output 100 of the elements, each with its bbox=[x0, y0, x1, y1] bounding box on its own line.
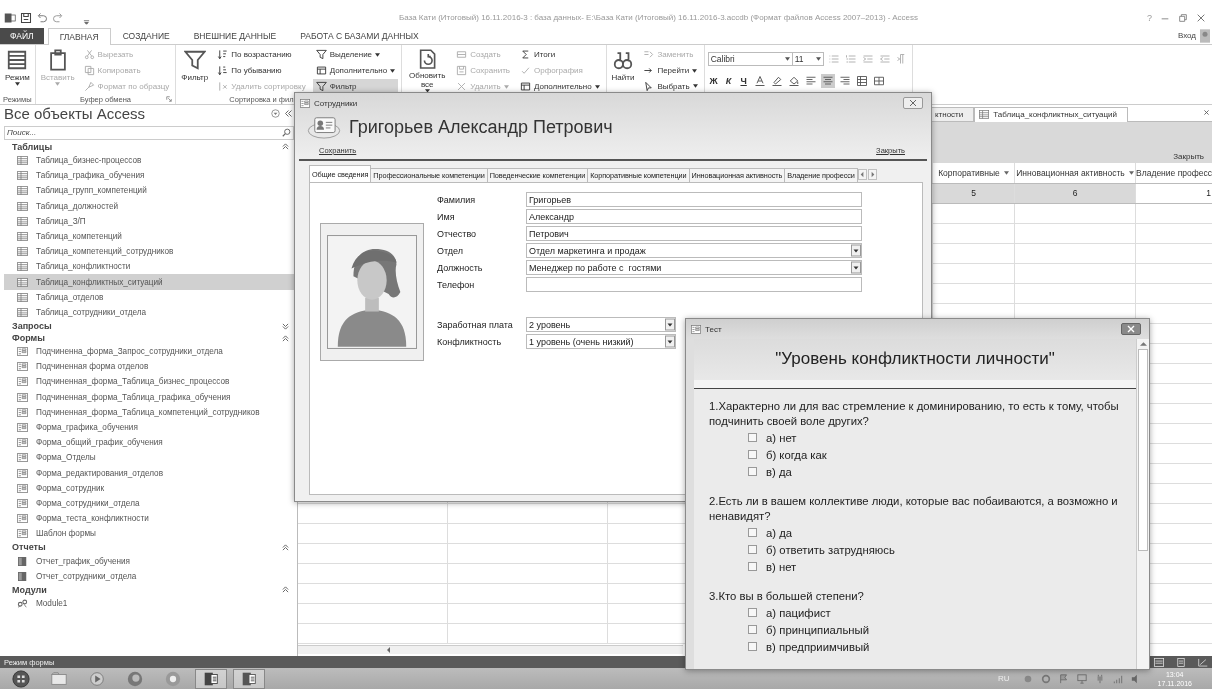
navigation-item[interactable]: Форма_Отделы bbox=[4, 450, 297, 466]
navigation-item[interactable]: Подчиненная форма отделов bbox=[4, 359, 297, 375]
navigation-item[interactable]: Подчиненна_форма_Запрос_сотрудники_отдела bbox=[4, 344, 297, 360]
text-style-button[interactable]: Ч bbox=[737, 75, 750, 86]
group-header[interactable]: Отчеты bbox=[4, 541, 297, 554]
checkbox[interactable] bbox=[748, 467, 757, 476]
navigation-item[interactable]: Таблица_групп_компетенций bbox=[4, 183, 297, 199]
checkbox[interactable] bbox=[748, 528, 757, 537]
combo-box[interactable]: 2 уровень bbox=[526, 317, 676, 332]
navigation-item[interactable]: Таблица_бизнес-процессов bbox=[4, 152, 297, 169]
database-app-icon[interactable] bbox=[234, 669, 264, 688]
navigation-item[interactable]: Форма_сотрудники_отдела bbox=[4, 495, 297, 512]
signal-icon[interactable] bbox=[1113, 673, 1124, 684]
checkbox[interactable] bbox=[748, 608, 757, 617]
ribbon-tab[interactable]: ГЛАВНАЯ bbox=[47, 27, 111, 45]
column-header[interactable]: Владение професс bbox=[1136, 162, 1212, 183]
navigation-item[interactable]: Подчиненная_форма_Таблица_бизнес_процессов bbox=[4, 374, 297, 390]
align-center-icon[interactable] bbox=[820, 73, 835, 88]
ribbon-button[interactable]: Фильтр bbox=[312, 79, 399, 94]
ribbon-tab[interactable]: ВНЕШНИЕ ДАННЫЕ bbox=[181, 27, 289, 44]
checkbox[interactable] bbox=[748, 625, 757, 634]
checkbox[interactable] bbox=[748, 433, 757, 442]
navigation-item[interactable]: Таблица_компетенций bbox=[4, 228, 297, 245]
sync-icon[interactable] bbox=[1041, 673, 1052, 684]
design-view-icon[interactable] bbox=[1198, 657, 1208, 667]
close-link[interactable]: Закрыть bbox=[1173, 151, 1204, 161]
navigation-item[interactable]: Таблица_конфликтности bbox=[4, 259, 297, 275]
scroll-left-icon[interactable] bbox=[857, 169, 867, 180]
group-header[interactable]: Запросы bbox=[4, 320, 297, 332]
checkbox[interactable] bbox=[748, 545, 757, 554]
ribbon-button[interactable]: Режим bbox=[3, 46, 32, 95]
navigation-item[interactable]: Отчет_график_обучения bbox=[4, 553, 297, 569]
navigation-item[interactable]: Таблица_З/П bbox=[4, 213, 297, 229]
navigation-item[interactable]: Форма_теста_конфликтности bbox=[4, 511, 297, 527]
restore-icon[interactable] bbox=[1178, 13, 1188, 23]
document-tab[interactable]: Таблица_конфликтных_ситуаций bbox=[974, 106, 1129, 122]
scroll-thumb[interactable] bbox=[1138, 349, 1148, 551]
input-field[interactable]: Александр bbox=[526, 209, 862, 224]
navigation-item[interactable]: Отчет_сотрудники_отдела bbox=[4, 568, 297, 584]
input-field[interactable]: Григорьев bbox=[526, 192, 862, 207]
monitor-icon[interactable] bbox=[1077, 673, 1088, 684]
alternate-fill-icon[interactable] bbox=[854, 73, 869, 88]
group-header[interactable]: Модули bbox=[4, 583, 297, 596]
user-icon[interactable] bbox=[1200, 28, 1210, 43]
plug-icon[interactable] bbox=[1095, 673, 1106, 684]
ribbon-button[interactable]: Найти bbox=[609, 46, 637, 95]
ribbon-button[interactable]: Итоги bbox=[517, 47, 603, 62]
close-icon[interactable] bbox=[1203, 108, 1210, 116]
text-style-button[interactable]: Ж bbox=[707, 75, 720, 86]
navigation-item[interactable]: Таблица_компетенций_сотрудников bbox=[4, 244, 297, 260]
navigation-item[interactable]: Таблица_сотрудники_отдела bbox=[4, 304, 297, 320]
dropdown-icon[interactable] bbox=[271, 109, 280, 119]
save-icon[interactable] bbox=[20, 12, 32, 24]
document-tab[interactable]: ктности bbox=[930, 106, 975, 121]
collapse-icon[interactable] bbox=[284, 109, 293, 119]
tray-icon[interactable] bbox=[1023, 673, 1034, 684]
font-size-dropdown[interactable]: 11 bbox=[791, 51, 824, 66]
group-header[interactable]: Таблицы bbox=[4, 140, 297, 153]
ribbon-button[interactable]: По возрастанию bbox=[214, 47, 309, 62]
scroll-right-icon[interactable] bbox=[867, 169, 877, 180]
navigation-item[interactable]: Форма_общий_график_обучения bbox=[4, 435, 297, 451]
navigation-item[interactable]: Подчиненная_форма_Таблица_компетенций_сотрудников bbox=[4, 404, 297, 420]
navigation-item[interactable]: Форма_графика_обучения bbox=[4, 419, 297, 436]
navigation-item[interactable]: Таблица_графика_обучения bbox=[4, 168, 297, 184]
navigation-item[interactable]: Module1 bbox=[4, 595, 297, 611]
navigation-item[interactable]: Таблица_должностей bbox=[4, 198, 297, 214]
input-field[interactable]: Петрович bbox=[526, 226, 862, 241]
input-field[interactable] bbox=[526, 277, 862, 292]
undo-icon[interactable] bbox=[36, 12, 48, 24]
combo-box[interactable]: 1 уровень (очень низкий) bbox=[526, 334, 676, 349]
flag-icon[interactable] bbox=[1059, 673, 1070, 684]
combo-box[interactable]: Менеджер по работе с гостями bbox=[526, 260, 862, 275]
font-dropdown[interactable]: Calibri bbox=[707, 51, 793, 66]
document-app-icon[interactable] bbox=[196, 669, 226, 688]
checkbox[interactable] bbox=[748, 642, 757, 651]
checkbox[interactable] bbox=[748, 450, 757, 459]
ribbon-button[interactable]: Обновить все bbox=[405, 46, 450, 95]
checkbox[interactable] bbox=[748, 562, 757, 571]
ribbon-button[interactable]: Выделение bbox=[312, 47, 399, 62]
redo-icon[interactable] bbox=[52, 12, 64, 24]
horizontal-scrollbar[interactable] bbox=[298, 645, 683, 655]
close-button[interactable] bbox=[903, 97, 923, 109]
ribbon-button[interactable]: Дополнительно bbox=[517, 79, 603, 94]
scroll-up-icon[interactable] bbox=[1139, 341, 1147, 347]
navigation-item[interactable]: Шаблон формы bbox=[4, 526, 297, 542]
ribbon-button[interactable]: Фильтр bbox=[179, 46, 211, 95]
search-field[interactable]: Поиск... bbox=[4, 125, 294, 140]
navigation-item[interactable]: Подчиненная_форма_Таблица_графика_обучения bbox=[4, 389, 297, 405]
combo-box[interactable]: Отдел маркетинга и продаж bbox=[526, 243, 862, 258]
column-header[interactable]: Инновационная активность bbox=[1015, 162, 1136, 183]
close-icon[interactable] bbox=[1196, 13, 1206, 23]
vertical-scrollbar[interactable] bbox=[1136, 339, 1149, 669]
ribbon-tab[interactable]: РАБОТА С БАЗАМИ ДАННЫХ bbox=[288, 27, 431, 44]
dialog-launcher-icon[interactable] bbox=[166, 96, 173, 102]
navigation-item[interactable]: Форма_редактирования_отделов bbox=[4, 465, 297, 481]
close-button[interactable] bbox=[1121, 323, 1141, 335]
column-header[interactable]: Корпоративные bbox=[933, 162, 1015, 183]
scroll-left-icon[interactable] bbox=[386, 647, 392, 654]
layout-view-icon[interactable] bbox=[1176, 657, 1186, 667]
ribbon-button[interactable]: Перейти bbox=[640, 63, 701, 78]
